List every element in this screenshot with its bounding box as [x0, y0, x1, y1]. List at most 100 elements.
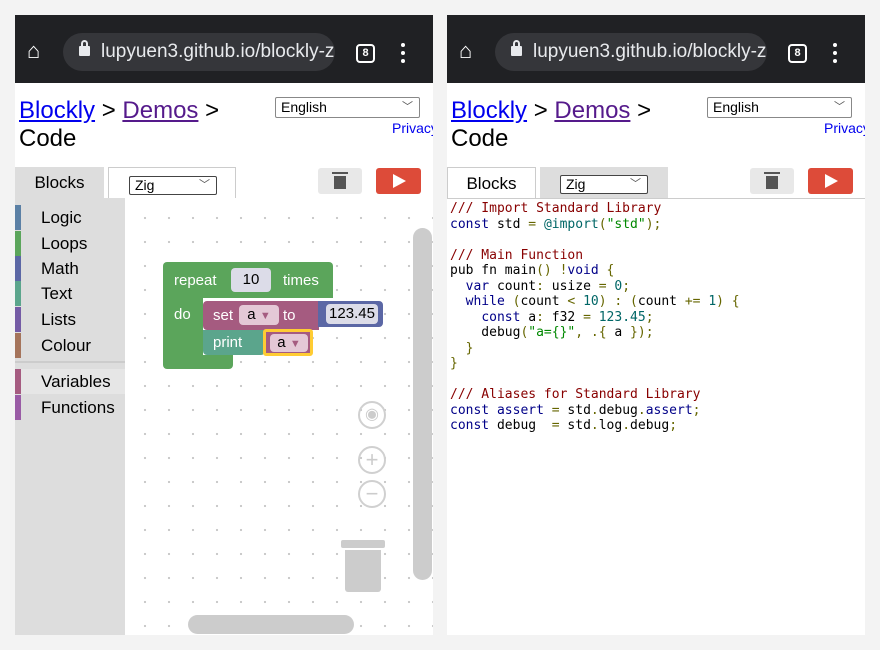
- code-token: const: [450, 216, 490, 232]
- run-button[interactable]: [808, 168, 853, 194]
- blockly-link[interactable]: Blockly: [451, 97, 527, 124]
- toolbox-category-colour[interactable]: Colour: [15, 333, 125, 358]
- set-label: set: [213, 307, 234, 324]
- dropdown-arrow-icon: ▼: [259, 310, 271, 322]
- code-token: 1: [708, 294, 717, 309]
- code-line: const assert = std.debug.assert;: [450, 403, 740, 419]
- tab-switcher-button[interactable]: 8: [356, 44, 375, 63]
- generated-code: /// Import Standard Library const std = @…: [450, 201, 740, 434]
- run-button[interactable]: [376, 168, 421, 194]
- language-select[interactable]: English ﹀: [707, 97, 852, 118]
- code-token: .: [590, 418, 599, 433]
- variable-dropdown[interactable]: a ▼: [270, 334, 308, 352]
- language-select[interactable]: English ﹀: [275, 97, 420, 118]
- code-token: void: [567, 263, 599, 278]
- code-token: debug: [489, 418, 552, 433]
- home-icon[interactable]: ⌂: [27, 40, 49, 62]
- print-block[interactable]: print: [203, 330, 265, 355]
- tab-blocks[interactable]: Blocks: [15, 167, 104, 198]
- demos-link[interactable]: Demos: [554, 97, 630, 124]
- zoom-out-icon[interactable]: −: [358, 480, 386, 508]
- url-text: lupyuen3.github.io/blockly-zig: [101, 41, 335, 62]
- code-token: {: [598, 263, 615, 278]
- code-token: @import: [543, 216, 599, 232]
- code-token: =: [528, 216, 537, 232]
- code-token: pub fn main: [450, 263, 537, 278]
- more-menu-icon[interactable]: [401, 43, 405, 63]
- code-token: var: [465, 278, 490, 294]
- repeat-block-body: do: [163, 298, 203, 355]
- code-token: "a={}": [528, 325, 576, 340]
- code-token: /// Main Function: [450, 247, 584, 263]
- browser-toolbar: ⌂ lupyuen3.github.io/blockly-zig 8: [447, 15, 865, 83]
- code-token: .: [590, 402, 599, 418]
- variable-get-block[interactable]: a ▼: [263, 329, 313, 356]
- code-token: =: [598, 278, 607, 294]
- privacy-link[interactable]: Privacy: [824, 120, 865, 136]
- address-bar[interactable]: lupyuen3.github.io/blockly-zig: [63, 33, 335, 71]
- set-variable-block[interactable]: set a ▼ to: [203, 301, 319, 330]
- demos-link[interactable]: Demos: [122, 97, 198, 124]
- workspace-trash-icon[interactable]: [341, 540, 385, 592]
- code-token: {: [723, 294, 740, 309]
- code-token: assert: [645, 402, 693, 418]
- toolbox-category-lists[interactable]: Lists: [15, 307, 125, 332]
- more-menu-icon[interactable]: [833, 43, 837, 63]
- tab-switcher-button[interactable]: 8: [788, 44, 807, 63]
- trash-icon: [332, 172, 348, 189]
- code-token: 123.45: [598, 309, 646, 325]
- toolbox-category-math[interactable]: Math: [15, 256, 125, 281]
- repeat-count-field[interactable]: 10: [231, 268, 271, 292]
- recenter-icon[interactable]: ◉: [358, 401, 386, 429]
- workspace[interactable]: repeat 10 times do set a ▼ to 123.45 pri…: [125, 198, 433, 635]
- breadcrumb-separator: >: [637, 97, 652, 124]
- toolbox-category-logic[interactable]: Logic: [15, 205, 125, 230]
- code-view-panel: ⌂ lupyuen3.github.io/blockly-zig 8 Block…: [447, 15, 865, 635]
- code-token: .: [622, 418, 631, 433]
- code-line: const std = @import("std");: [450, 217, 740, 233]
- blockly-link[interactable]: Blockly: [19, 97, 95, 124]
- code-token: ;: [645, 309, 654, 325]
- code-token: =: [583, 309, 591, 325]
- number-block[interactable]: 123.45: [318, 301, 383, 327]
- code-token: const: [450, 402, 490, 418]
- privacy-link[interactable]: Privacy: [392, 120, 433, 136]
- toolbox-category-text[interactable]: Text: [15, 281, 125, 306]
- trash-button[interactable]: [318, 168, 362, 194]
- generator-select[interactable]: Zig ﹀: [129, 176, 217, 195]
- repeat-label: repeat: [174, 272, 217, 289]
- code-token: .{: [590, 325, 607, 340]
- repeat-block[interactable]: repeat 10 times: [163, 262, 333, 298]
- generator-select[interactable]: Zig ﹀: [560, 175, 648, 194]
- code-token: std: [559, 402, 591, 418]
- tab-zig[interactable]: Zig ﹀: [108, 167, 236, 198]
- zoom-in-icon[interactable]: +: [358, 446, 386, 474]
- home-icon[interactable]: ⌂: [459, 40, 481, 62]
- vertical-scrollbar[interactable]: [413, 228, 432, 580]
- set-variable-dropdown[interactable]: a ▼: [239, 305, 279, 325]
- code-token: log: [598, 418, 623, 433]
- code-token: 10: [583, 294, 599, 309]
- code-token: count: [489, 278, 537, 294]
- toolbox-category-functions[interactable]: Functions: [15, 395, 125, 420]
- print-label: print: [213, 334, 243, 351]
- code-line: /// Main Function: [450, 248, 740, 264]
- tab-zig[interactable]: Zig ﹀: [540, 167, 668, 198]
- chevron-down-icon: ﹀: [199, 179, 210, 191]
- tab-blocks[interactable]: Blocks: [447, 167, 536, 198]
- address-bar[interactable]: lupyuen3.github.io/blockly-zig: [495, 33, 767, 71]
- code-token: }: [450, 356, 458, 371]
- do-label: do: [174, 306, 191, 323]
- toolbox-category-loops[interactable]: Loops: [15, 231, 125, 256]
- horizontal-scrollbar[interactable]: [188, 615, 354, 634]
- number-field[interactable]: 123.45: [326, 304, 378, 324]
- trash-button[interactable]: [750, 168, 794, 194]
- toolbox-category-variables[interactable]: Variables: [15, 369, 125, 394]
- breadcrumb-separator: >: [205, 97, 220, 124]
- code-line: while (count < 10) : (count += 1) {: [450, 294, 740, 310]
- code-token: ): [716, 294, 724, 309]
